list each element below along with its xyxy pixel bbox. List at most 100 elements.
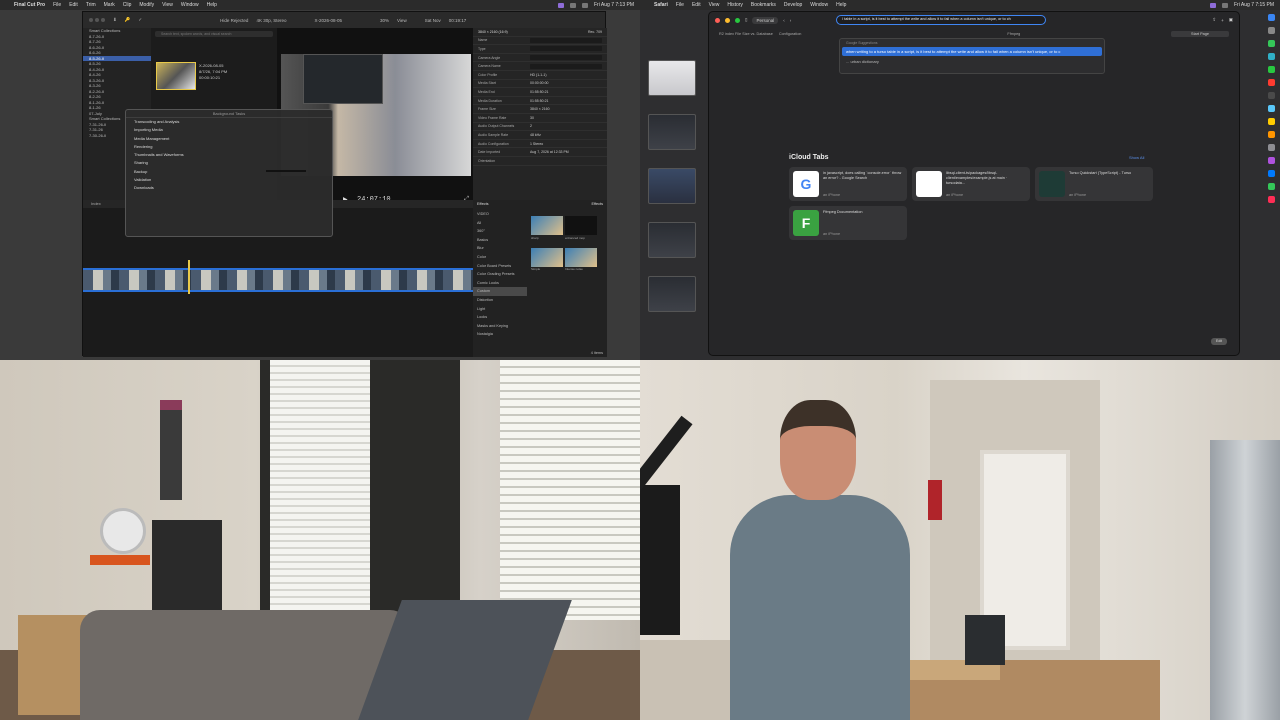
view-popup[interactable]: View bbox=[397, 18, 407, 23]
effects-category-selected[interactable]: Custom bbox=[473, 287, 527, 296]
status-app-icon[interactable] bbox=[557, 2, 564, 8]
menu-modify[interactable]: Modify bbox=[139, 2, 154, 8]
stage-thumbnail[interactable] bbox=[648, 222, 696, 258]
stage-thumbnail[interactable] bbox=[648, 276, 696, 312]
dock-app-icon[interactable] bbox=[1268, 40, 1275, 47]
effects-category[interactable]: VIDEO bbox=[473, 210, 527, 219]
menubar-clock[interactable]: Fri Aug 7 7:15 PM bbox=[1234, 2, 1274, 8]
playhead[interactable] bbox=[188, 260, 190, 294]
effects-category[interactable]: Nostalgia bbox=[473, 330, 527, 339]
effects-category[interactable]: Color Grading Presets bbox=[473, 270, 527, 279]
icloud-tab-card[interactable]: libsql-client-ts/packages/libsql-client/… bbox=[912, 167, 1030, 201]
background-task-item[interactable]: Rendering bbox=[126, 143, 332, 151]
stage-thumbnail[interactable] bbox=[648, 114, 696, 150]
menu-file[interactable]: File bbox=[53, 2, 61, 8]
favorite-link[interactable]: Ffmpeg bbox=[1007, 32, 1020, 36]
effects-category[interactable]: Light bbox=[473, 305, 527, 314]
menu-bookmarks[interactable]: Bookmarks bbox=[751, 2, 776, 8]
wifi-icon[interactable] bbox=[569, 2, 576, 8]
wifi-icon[interactable] bbox=[1221, 2, 1228, 8]
menubar-app-name[interactable]: Final Cut Pro bbox=[14, 2, 45, 8]
effect-tile[interactable] bbox=[531, 216, 563, 235]
forward-icon[interactable]: › bbox=[790, 18, 792, 23]
filter-popup[interactable]: Hide Rejected bbox=[220, 18, 248, 23]
background-task-item[interactable]: Downloads bbox=[126, 184, 332, 192]
status-app-icon[interactable] bbox=[1209, 2, 1216, 8]
sidebar-icon[interactable]: ▯ bbox=[745, 17, 747, 23]
menu-help[interactable]: Help bbox=[836, 2, 846, 8]
effects-category[interactable]: All bbox=[473, 219, 527, 228]
share-icon[interactable]: ⇪ bbox=[1212, 17, 1216, 23]
key-icon[interactable]: 🔑 bbox=[125, 17, 131, 23]
menu-develop[interactable]: Develop bbox=[784, 2, 802, 8]
menu-view[interactable]: View bbox=[709, 2, 720, 8]
inspector-field[interactable] bbox=[530, 55, 602, 61]
dock-app-icon[interactable] bbox=[1268, 144, 1275, 151]
dock-app-icon[interactable] bbox=[1268, 118, 1275, 125]
background-task-item[interactable]: Transcoding and Analysis bbox=[126, 118, 332, 126]
menu-history[interactable]: History bbox=[727, 2, 743, 8]
dock-app-icon[interactable] bbox=[1268, 157, 1275, 164]
menubar-clock[interactable]: Fri Aug 7 7:13 PM bbox=[594, 2, 634, 8]
background-task-item[interactable]: Validation bbox=[126, 176, 332, 184]
menu-help[interactable]: Help bbox=[207, 2, 217, 8]
minimize-button[interactable] bbox=[95, 18, 99, 22]
dock-app-icon[interactable] bbox=[1268, 66, 1275, 73]
effects-category[interactable]: Looks bbox=[473, 313, 527, 322]
menu-clip[interactable]: Clip bbox=[123, 2, 132, 8]
minimize-button[interactable] bbox=[725, 17, 730, 23]
background-task-item[interactable]: Media Management bbox=[126, 135, 332, 143]
clip-thumbnail[interactable] bbox=[156, 62, 196, 90]
menu-mark[interactable]: Mark bbox=[104, 2, 115, 8]
dock-finder-icon[interactable] bbox=[1268, 14, 1275, 21]
dock-app-icon[interactable] bbox=[1268, 196, 1275, 203]
dock-app-icon[interactable] bbox=[1268, 105, 1275, 112]
effects-category[interactable]: Color bbox=[473, 253, 527, 262]
stage-thumbnail[interactable] bbox=[648, 60, 696, 96]
address-bar[interactable]: l table in a script, is it best to attem… bbox=[836, 15, 1047, 25]
inspector-name-field[interactable] bbox=[530, 37, 602, 43]
menu-file[interactable]: File bbox=[676, 2, 684, 8]
icloud-tab-card[interactable]: Turso Quickstart (TypeScript) - Turso an… bbox=[1035, 167, 1153, 201]
icloud-tab-card[interactable]: G in javascript, does calling `console.e… bbox=[789, 167, 907, 201]
effects-category[interactable]: Distortion bbox=[473, 296, 527, 305]
show-all-link[interactable]: Show All bbox=[1129, 155, 1144, 160]
new-tab-icon[interactable]: + bbox=[1221, 18, 1224, 23]
favorite-link[interactable]: R2 index File Size vs. Database bbox=[719, 32, 773, 36]
edit-button[interactable]: Edit bbox=[1211, 338, 1227, 345]
effect-tile[interactable] bbox=[531, 248, 563, 267]
effects-category[interactable]: Masks and Keying bbox=[473, 322, 527, 331]
inspector-field[interactable] bbox=[530, 63, 602, 69]
dock-app-icon[interactable] bbox=[1268, 79, 1275, 86]
menubar-app-name[interactable]: Safari bbox=[654, 2, 668, 8]
background-task-item-sharing[interactable]: Sharing bbox=[126, 159, 332, 167]
effects-category[interactable]: Color Board Presets bbox=[473, 262, 527, 271]
menu-view[interactable]: View bbox=[162, 2, 173, 8]
dock-app-icon[interactable] bbox=[1268, 183, 1275, 190]
zoom-popup[interactable]: 30% bbox=[380, 18, 389, 23]
dock-app-icon[interactable] bbox=[1268, 27, 1275, 34]
background-task-item[interactable]: Thumbnails and Waveforms bbox=[126, 151, 332, 159]
close-button[interactable] bbox=[89, 18, 93, 22]
dock-app-icon[interactable] bbox=[1268, 131, 1275, 138]
start-page-tab[interactable]: Start Page bbox=[1171, 30, 1229, 37]
suggestion-highlighted[interactable]: when writing to a turso table in a scrip… bbox=[842, 47, 1102, 56]
import-icon[interactable]: ⬇ bbox=[113, 17, 117, 23]
stage-thumbnail[interactable] bbox=[648, 168, 696, 204]
favorite-link[interactable]: Configuration bbox=[779, 32, 802, 36]
menu-trim[interactable]: Trim bbox=[86, 2, 96, 8]
effect-tile[interactable] bbox=[565, 248, 597, 267]
background-task-item[interactable]: Importing Media bbox=[126, 126, 332, 134]
zoom-button[interactable] bbox=[101, 18, 105, 22]
effect-tile[interactable] bbox=[565, 216, 597, 235]
profile-button[interactable]: Personal bbox=[752, 16, 779, 24]
effects-category[interactable]: 360° bbox=[473, 227, 527, 236]
effects-category[interactable]: Basics bbox=[473, 236, 527, 245]
menu-edit[interactable]: Edit bbox=[692, 2, 701, 8]
effects-category[interactable]: Comic Looks bbox=[473, 279, 527, 288]
close-button[interactable] bbox=[715, 17, 720, 23]
dock-app-icon[interactable] bbox=[1268, 170, 1275, 177]
inspector-field[interactable] bbox=[530, 46, 602, 52]
back-icon[interactable]: ‹ bbox=[783, 18, 785, 23]
checkmark-icon[interactable]: ✓ bbox=[138, 17, 142, 23]
